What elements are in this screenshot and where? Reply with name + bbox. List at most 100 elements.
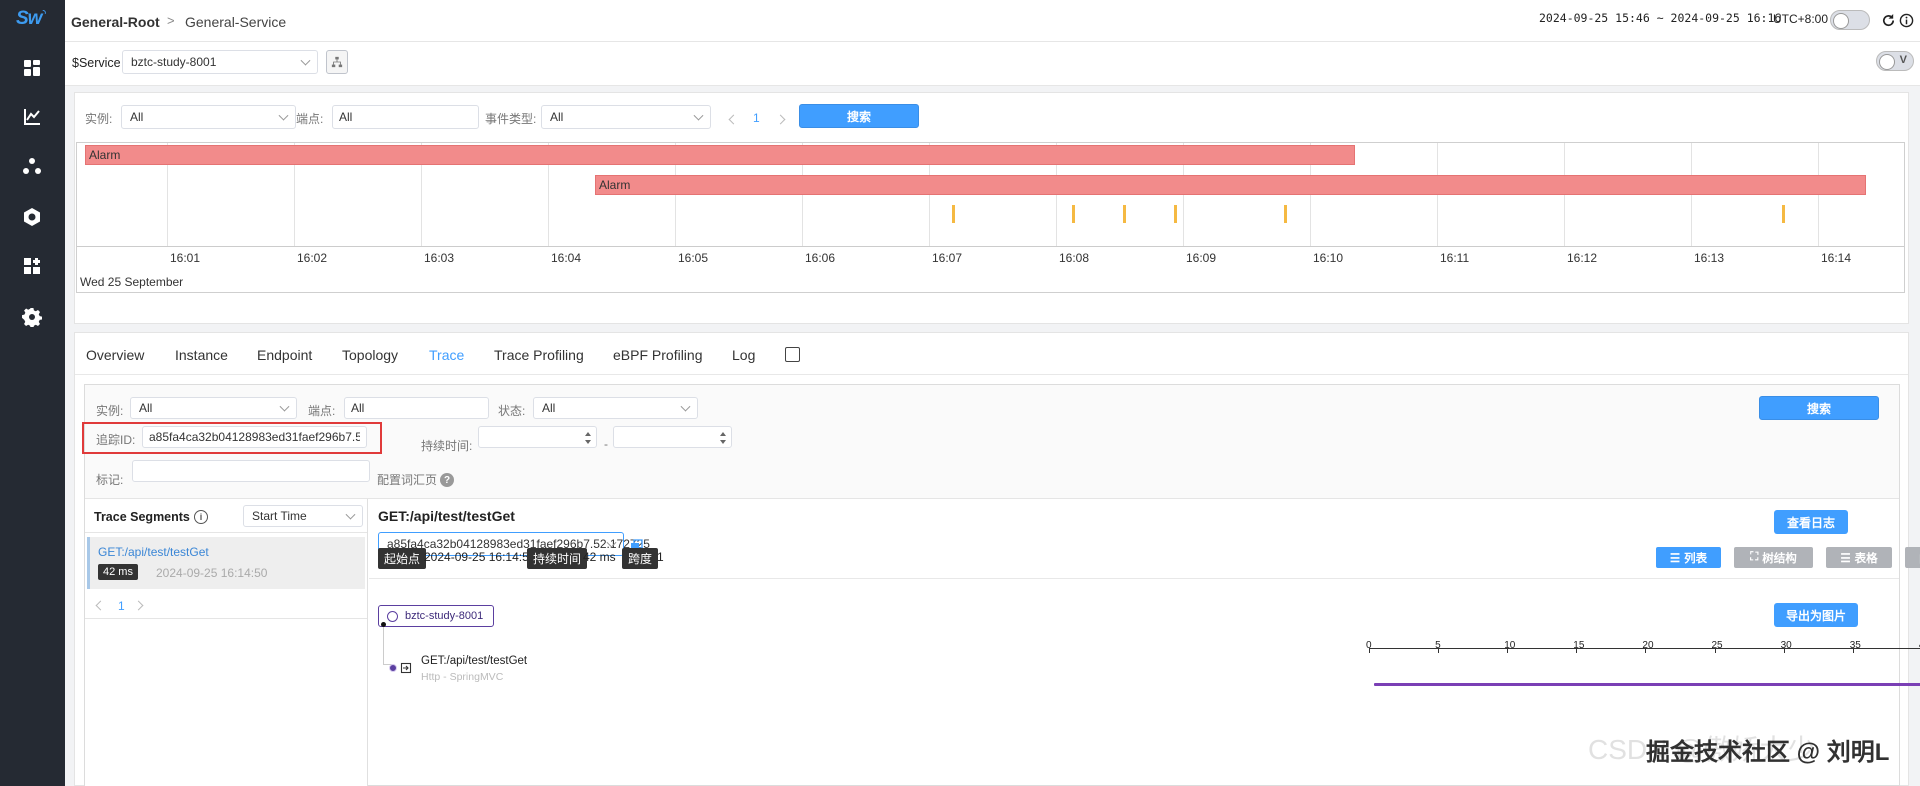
segments-page-number[interactable]: 1 xyxy=(118,599,125,613)
table-view-label: 表格 xyxy=(1854,552,1878,565)
trace-instance-label: 实例: xyxy=(96,404,124,418)
segment-endpoint[interactable]: GET:/api/test/testGet xyxy=(98,545,209,559)
span-endpoint[interactable]: GET:/api/test/testGet xyxy=(421,655,527,667)
event-instance-select[interactable]: All xyxy=(121,105,296,129)
topology-icon[interactable] xyxy=(20,154,44,178)
span-component: Http - SpringMVC xyxy=(421,671,504,683)
chevron-down-icon xyxy=(680,401,691,412)
chevron-down-icon xyxy=(300,55,311,66)
tab-overview[interactable]: Overview xyxy=(86,347,144,363)
tags-input[interactable] xyxy=(132,460,370,482)
event-endpoint-input[interactable]: All xyxy=(332,105,479,129)
span-axis-tick-label: 20 xyxy=(1642,640,1654,651)
service-select[interactable]: bztc-study-8001 xyxy=(122,50,318,74)
span-axis-tick-label: 30 xyxy=(1780,640,1792,651)
trace-search-button[interactable]: 搜索 xyxy=(1759,396,1879,420)
time-range[interactable]: 2024-09-25 15:46 ~ 2024-09-25 16:16 xyxy=(1539,11,1781,25)
tab-topology[interactable]: Topology xyxy=(342,347,398,363)
duration-min-input[interactable] xyxy=(478,426,597,448)
alarm-event-bar[interactable]: Alarm xyxy=(595,175,1866,195)
marketplace-icon[interactable] xyxy=(20,254,44,278)
alarm-event-bar[interactable]: Alarm xyxy=(85,145,1355,165)
dashboard-icon[interactable] xyxy=(20,56,44,80)
segments-sort-select[interactable]: Start Time xyxy=(243,505,363,527)
segment-list-item[interactable]: GET:/api/test/testGet 42 ms 2024-09-25 1… xyxy=(87,537,365,589)
next-page-icon[interactable] xyxy=(133,600,144,611)
event-mark[interactable] xyxy=(1123,205,1126,223)
list-icon: ☰ xyxy=(1669,552,1681,565)
table-view-button[interactable]: ☰ 表格 xyxy=(1826,547,1892,568)
breadcrumb-service[interactable]: General-Service xyxy=(185,14,286,30)
copy-dashboard-icon[interactable] xyxy=(785,347,800,362)
info-icon[interactable] xyxy=(1897,11,1915,29)
span-axis-line xyxy=(1369,648,1920,649)
tab-bar: Overview Instance Endpoint Topology Trace Tra… xyxy=(75,333,1908,375)
sidebar: Sw◝ xyxy=(0,0,65,786)
export-image-button[interactable]: 导出为图片 xyxy=(1774,603,1858,627)
tab-instance[interactable]: Instance xyxy=(175,347,228,363)
trace-widget: 实例: All 端点: All 状态: All 搜索 追踪ID: a85fa4c… xyxy=(82,384,1920,786)
trace-segments-panel: Trace Segments i Start Time GET:/api/tes… xyxy=(85,499,368,786)
chevron-down-icon xyxy=(279,401,290,412)
event-search-button[interactable]: 搜索 xyxy=(799,104,919,128)
event-mark[interactable] xyxy=(1284,205,1287,223)
chart-icon[interactable] xyxy=(20,105,44,129)
tree-view-button[interactable]: ⛶ 树结构 xyxy=(1734,547,1813,568)
breadcrumb-root[interactable]: General-Root xyxy=(71,14,160,30)
tab-endpoint[interactable]: Endpoint xyxy=(257,347,312,363)
prev-page-icon[interactable] xyxy=(728,114,739,125)
spinner-icon[interactable] xyxy=(719,431,727,445)
event-type-select[interactable]: All xyxy=(541,105,711,129)
view-logs-button[interactable]: 查看日志 xyxy=(1774,510,1848,534)
breadcrumb-separator-icon: > xyxy=(167,13,175,28)
event-mark[interactable] xyxy=(952,205,955,223)
trace-instance-select[interactable]: All xyxy=(130,397,297,419)
event-mark[interactable] xyxy=(1174,205,1177,223)
trace-endpoint-value: All xyxy=(351,401,365,415)
config-tags-link[interactable]: 配置词汇页 xyxy=(377,471,437,488)
top-header: General-Root > General-Service 2024-09-2… xyxy=(65,0,1920,42)
event-timeline[interactable]: Wed 25 September 16:01 16:02 16:03 16:04 16:… xyxy=(76,142,1905,293)
timeline-tick-label: 16:13 xyxy=(1694,251,1725,265)
skywalking-logo[interactable]: Sw◝ xyxy=(16,8,50,32)
timeline-tick-label: 16:14 xyxy=(1821,251,1852,265)
timeline-axis xyxy=(77,246,1904,247)
span-axis-tick-label: 25 xyxy=(1711,640,1723,651)
table-icon: ☰ xyxy=(1840,552,1851,565)
trace-instance-value: All xyxy=(139,401,153,415)
timezone[interactable]: UTC+8:00 xyxy=(1773,12,1828,26)
hierarchy-icon[interactable] xyxy=(326,50,348,74)
refresh-icon[interactable] xyxy=(1879,11,1897,29)
duration-badge: 持续时间 xyxy=(527,548,588,569)
statistics-view-button[interactable]: ▥统计 xyxy=(1905,547,1920,568)
info-icon[interactable]: i xyxy=(194,510,208,524)
help-icon[interactable]: ? xyxy=(440,473,454,487)
tab-trace[interactable]: Trace xyxy=(429,347,464,363)
tab-trace-profiling[interactable]: Trace Profiling xyxy=(494,347,584,363)
edit-mode-toggle[interactable]: V xyxy=(1876,51,1914,71)
event-mark[interactable] xyxy=(1782,205,1785,223)
chevron-down-icon xyxy=(278,110,289,121)
prev-page-icon[interactable] xyxy=(95,600,106,611)
theme-toggle[interactable] xyxy=(1830,10,1870,30)
timeline-date: Wed 25 September xyxy=(80,275,184,289)
event-mark[interactable] xyxy=(1072,205,1075,223)
trace-status-select[interactable]: All xyxy=(533,397,698,419)
tab-log[interactable]: Log xyxy=(732,347,755,363)
duration-max-input[interactable] xyxy=(613,426,732,448)
list-view-label: 列表 xyxy=(1684,552,1708,565)
span-axis-tick-label: 10 xyxy=(1504,640,1516,651)
chevron-down-icon xyxy=(345,509,356,520)
spinner-icon[interactable] xyxy=(584,431,592,445)
next-page-icon[interactable] xyxy=(775,114,786,125)
event-page-number[interactable]: 1 xyxy=(753,111,760,125)
alarm-icon[interactable] xyxy=(20,205,44,229)
settings-icon[interactable] xyxy=(20,305,44,329)
trace-endpoint-input[interactable]: All xyxy=(344,397,489,419)
edit-mode-label: V xyxy=(1899,54,1907,66)
service-chip[interactable]: bztc-study-8001 xyxy=(378,605,494,627)
span-duration-bar[interactable] xyxy=(1374,683,1920,686)
span-count: 1 xyxy=(657,550,664,564)
list-view-button[interactable]: ☰ 列表 xyxy=(1656,547,1721,568)
tab-ebpf-profiling[interactable]: eBPF Profiling xyxy=(613,347,702,363)
